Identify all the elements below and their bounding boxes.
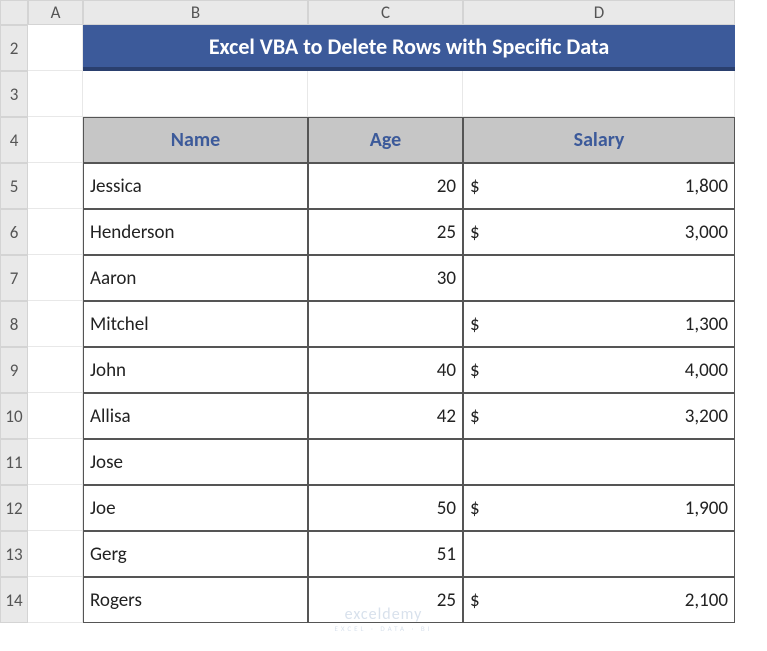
row-header-5[interactable]: 5 (0, 163, 28, 209)
table-header-salary[interactable]: Salary (463, 117, 735, 163)
cell-name-0[interactable]: Jessica (83, 163, 308, 209)
col-header-A[interactable]: A (28, 0, 83, 25)
cell-A8[interactable] (28, 301, 83, 347)
currency-symbol: $ (470, 221, 480, 244)
cell-salary-7[interactable]: $1,900 (463, 485, 735, 531)
currency-symbol: $ (470, 405, 480, 428)
watermark-main: exceldemy (345, 605, 423, 624)
row-header-4[interactable]: 4 (0, 117, 28, 163)
cell-name-6[interactable]: Jose (83, 439, 308, 485)
row-header-7[interactable]: 7 (0, 255, 28, 301)
salary-value: 4,000 (685, 359, 728, 382)
cell-salary-9[interactable]: $2,100 (463, 577, 735, 623)
spreadsheet-grid: A B C D 2 Excel VBA to Delete Rows with … (0, 0, 767, 623)
table-header-age[interactable]: Age (308, 117, 463, 163)
cell-age-3[interactable] (308, 301, 463, 347)
cell-salary-4[interactable]: $4,000 (463, 347, 735, 393)
cell-salary-1[interactable]: $3,000 (463, 209, 735, 255)
cell-A9[interactable] (28, 347, 83, 393)
cell-A14[interactable] (28, 577, 83, 623)
cell-age-8[interactable]: 51 (308, 531, 463, 577)
title-cell[interactable]: Excel VBA to Delete Rows with Specific D… (83, 25, 735, 71)
salary-value: 1,900 (685, 497, 728, 520)
cell-age-5[interactable]: 42 (308, 393, 463, 439)
currency-symbol: $ (470, 359, 480, 382)
cell-salary-2[interactable] (463, 255, 735, 301)
cell-name-9[interactable]: Rogers (83, 577, 308, 623)
row-header-14[interactable]: 14 (0, 577, 28, 623)
cell-D3[interactable] (463, 71, 735, 117)
row-header-9[interactable]: 9 (0, 347, 28, 393)
row-header-12[interactable]: 12 (0, 485, 28, 531)
cell-age-4[interactable]: 40 (308, 347, 463, 393)
row-header-10[interactable]: 10 (0, 393, 28, 439)
cell-A2[interactable] (28, 25, 83, 71)
watermark: exceldemy EXCEL · DATA · BI (334, 605, 432, 633)
cell-salary-8[interactable] (463, 531, 735, 577)
cell-age-6[interactable] (308, 439, 463, 485)
table-header-name[interactable]: Name (83, 117, 308, 163)
currency-symbol: $ (470, 313, 480, 336)
cell-B3[interactable] (83, 71, 308, 117)
cell-age-7[interactable]: 50 (308, 485, 463, 531)
cell-name-7[interactable]: Joe (83, 485, 308, 531)
cell-salary-3[interactable]: $1,300 (463, 301, 735, 347)
cell-A6[interactable] (28, 209, 83, 255)
select-all-corner[interactable] (0, 0, 28, 25)
cell-A11[interactable] (28, 439, 83, 485)
cell-age-2[interactable]: 30 (308, 255, 463, 301)
cell-age-0[interactable]: 20 (308, 163, 463, 209)
col-header-D[interactable]: D (463, 0, 735, 25)
cell-C3[interactable] (308, 71, 463, 117)
cell-name-5[interactable]: Allisa (83, 393, 308, 439)
row-header-2[interactable]: 2 (0, 25, 28, 71)
salary-value: 1,800 (685, 175, 728, 198)
salary-value: 3,000 (685, 221, 728, 244)
watermark-sub: EXCEL · DATA · BI (334, 624, 432, 633)
row-header-6[interactable]: 6 (0, 209, 28, 255)
cell-salary-5[interactable]: $3,200 (463, 393, 735, 439)
row-header-13[interactable]: 13 (0, 531, 28, 577)
currency-symbol: $ (470, 497, 480, 520)
col-header-B[interactable]: B (83, 0, 308, 25)
cell-A5[interactable] (28, 163, 83, 209)
currency-symbol: $ (470, 589, 480, 612)
cell-A13[interactable] (28, 531, 83, 577)
cell-A12[interactable] (28, 485, 83, 531)
cell-name-4[interactable]: John (83, 347, 308, 393)
cell-name-3[interactable]: Mitchel (83, 301, 308, 347)
cell-salary-6[interactable] (463, 439, 735, 485)
cell-A3[interactable] (28, 71, 83, 117)
cell-A7[interactable] (28, 255, 83, 301)
cell-name-1[interactable]: Henderson (83, 209, 308, 255)
col-header-C[interactable]: C (308, 0, 463, 25)
cell-A4[interactable] (28, 117, 83, 163)
cell-salary-0[interactable]: $1,800 (463, 163, 735, 209)
cell-name-8[interactable]: Gerg (83, 531, 308, 577)
cell-age-1[interactable]: 25 (308, 209, 463, 255)
row-header-3[interactable]: 3 (0, 71, 28, 117)
cell-A10[interactable] (28, 393, 83, 439)
row-header-11[interactable]: 11 (0, 439, 28, 485)
currency-symbol: $ (470, 175, 480, 198)
cell-name-2[interactable]: Aaron (83, 255, 308, 301)
salary-value: 1,300 (685, 313, 728, 336)
salary-value: 2,100 (685, 589, 728, 612)
row-header-8[interactable]: 8 (0, 301, 28, 347)
salary-value: 3,200 (685, 405, 728, 428)
